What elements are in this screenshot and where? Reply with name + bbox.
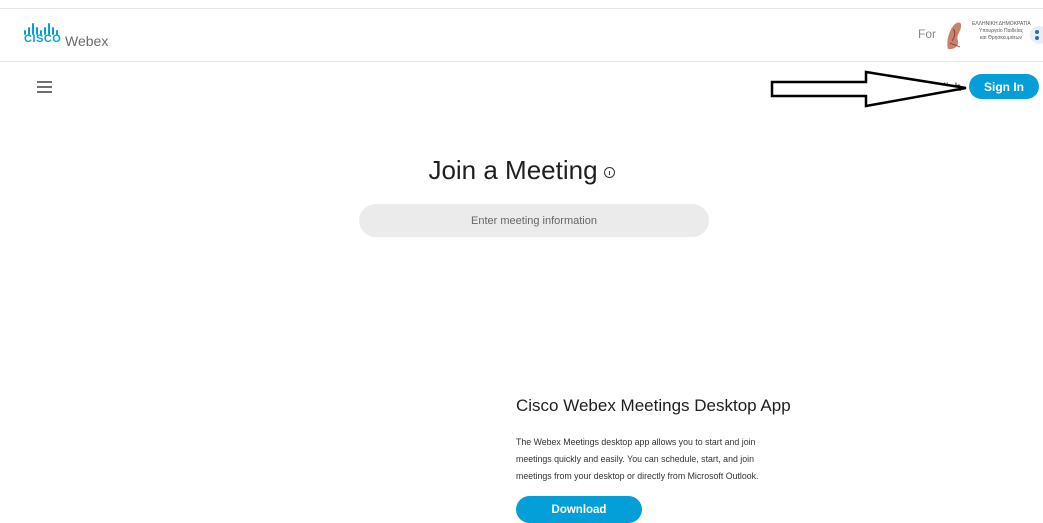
annotation-arrow-icon <box>770 70 967 108</box>
webex-wordmark: Webex <box>65 33 109 49</box>
top-header: CISCO Webex For ΕΛΛΗΝΙΚΗ ΔΗΜΟΚΡΑΤΙΑ Υπου… <box>0 8 1043 62</box>
org-line-1: ΕΛΛΗΝΙΚΗ ΔΗΜΟΚΡΑΤΙΑ <box>972 21 1031 27</box>
desc-line-2: meetings quickly and easily. You can sch… <box>516 454 754 464</box>
desc-line-3: meetings from your desktop or directly f… <box>516 471 759 481</box>
cisco-wordmark: CISCO <box>24 33 62 45</box>
organization-seal-icon <box>947 22 962 50</box>
organization-name: ΕΛΛΗΝΙΚΗ ΔΗΜΟΚΡΑΤΙΑ Υπουργείο Παιδείας κ… <box>972 21 1031 42</box>
org-line-2: Υπουργείο Παιδείας <box>978 28 1024 34</box>
webex-page: CISCO Webex For ΕΛΛΗΝΙΚΗ ΔΗΜΟΚΡΑΤΙΑ Υπου… <box>0 0 1043 523</box>
avatar[interactable] <box>1030 26 1043 44</box>
meeting-info-input[interactable] <box>359 204 709 237</box>
download-button[interactable]: Download <box>516 496 642 523</box>
for-label: For <box>918 27 936 41</box>
desktop-app-description: The Webex Meetings desktop app allows yo… <box>516 434 816 485</box>
desktop-app-title: Cisco Webex Meetings Desktop App <box>516 396 791 415</box>
join-meeting-title: Join a Meeting <box>0 155 1043 186</box>
org-line-3: και Θρησκευμάτων <box>980 35 1022 41</box>
sign-in-button[interactable]: Sign In <box>969 74 1039 99</box>
menu-icon[interactable] <box>37 80 52 94</box>
join-title-text: Join a Meeting <box>428 155 598 185</box>
desc-line-1: The Webex Meetings desktop app allows yo… <box>516 437 756 447</box>
info-icon[interactable] <box>603 166 615 178</box>
